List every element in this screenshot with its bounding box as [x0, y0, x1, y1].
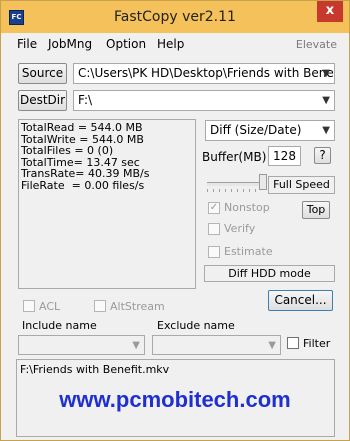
menu-file[interactable]: File — [17, 37, 37, 51]
source-path-combo[interactable]: C:\Users\PK HD\Desktop\Friends with Bene… — [73, 63, 335, 84]
menu-bar: File JobMng Option Help Elevate — [1, 33, 349, 55]
cancel-button[interactable]: Cancel... — [268, 290, 333, 311]
speed-label: Full Speed — [268, 176, 335, 194]
help-button[interactable]: ? — [314, 147, 331, 164]
current-file-text: F:\Friends with Benefit.mkv — [20, 363, 170, 376]
chevron-down-icon[interactable]: ▼ — [132, 336, 140, 354]
watermark-text: www.pcmobitech.com — [59, 387, 291, 412]
exclude-name-label: Exclude name — [157, 319, 235, 332]
chevron-down-icon[interactable]: ▼ — [322, 91, 330, 110]
speed-slider-ticks — [207, 189, 261, 192]
stats-panel: TotalRead = 544.0 MB TotalWrite = 544.0 … — [18, 119, 196, 289]
filter-checkbox[interactable] — [287, 337, 299, 349]
altstream-label: AltStream — [110, 300, 165, 313]
window-title: FastCopy ver2.11 — [114, 9, 236, 25]
menu-help[interactable]: Help — [157, 37, 184, 51]
source-button[interactable]: Source — [18, 63, 67, 84]
include-name-label: Include name — [22, 319, 97, 332]
chevron-down-icon[interactable]: ▼ — [268, 336, 276, 354]
chevron-down-icon[interactable]: ▼ — [322, 64, 330, 83]
elevate-link[interactable]: Elevate — [296, 38, 337, 51]
nonstop-label: Nonstop — [224, 201, 270, 214]
nonstop-checkbox[interactable]: ✓ — [208, 202, 220, 214]
acl-label: ACL — [39, 300, 61, 313]
speed-slider-thumb[interactable] — [259, 174, 267, 190]
menu-option[interactable]: Option — [106, 37, 146, 51]
exclude-name-combo[interactable]: ▼ — [152, 335, 281, 355]
speed-slider-track[interactable] — [207, 182, 261, 186]
close-button[interactable]: x — [317, 1, 343, 22]
estimate-label: Estimate — [224, 245, 273, 258]
chevron-down-icon[interactable]: ▼ — [322, 121, 330, 140]
copy-mode-select[interactable]: Diff (Size/Date) ▼ — [205, 120, 335, 141]
fastcopy-window: FC FastCopy ver2.11 x File JobMng Option… — [0, 0, 350, 441]
verify-label: Verify — [224, 222, 256, 235]
source-path-text: C:\Users\PK HD\Desktop\Friends with Bene — [78, 66, 334, 80]
diff-hdd-mode-label: Diff HDD mode — [204, 265, 335, 282]
include-name-combo[interactable]: ▼ — [18, 335, 145, 355]
title-bar[interactable]: FC FastCopy ver2.11 x — [1, 1, 349, 33]
destdir-path-text: F:\ — [78, 93, 93, 107]
copy-mode-value: Diff (Size/Date) — [210, 123, 302, 137]
altstream-checkbox[interactable] — [94, 300, 106, 312]
destdir-button[interactable]: DestDir — [18, 90, 67, 111]
filter-label: Filter — [303, 337, 331, 350]
buffer-input[interactable]: 128 — [268, 146, 301, 166]
verify-checkbox[interactable] — [208, 223, 220, 235]
destdir-path-combo[interactable]: F:\ ▼ — [73, 90, 335, 111]
estimate-checkbox[interactable] — [208, 246, 220, 258]
menu-jobmng[interactable]: JobMng — [48, 37, 92, 51]
buffer-label: Buffer(MB) — [202, 150, 267, 164]
top-button[interactable]: Top — [302, 201, 330, 219]
acl-checkbox[interactable] — [23, 300, 35, 312]
